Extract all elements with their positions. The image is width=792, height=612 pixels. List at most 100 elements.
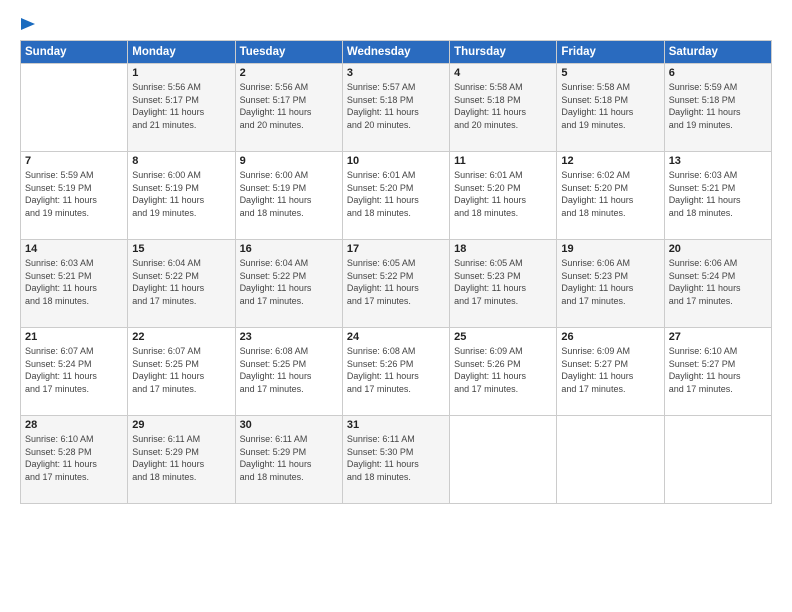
logo — [20, 18, 35, 30]
calendar-cell: 3Sunrise: 5:57 AMSunset: 5:18 PMDaylight… — [342, 64, 449, 152]
header — [20, 18, 772, 30]
calendar-cell: 28Sunrise: 6:10 AMSunset: 5:28 PMDayligh… — [21, 416, 128, 504]
day-number: 28 — [25, 419, 123, 431]
calendar-cell: 7 Sunrise: 5:59 AMSunset: 5:19 PMDaylight… — [21, 152, 128, 240]
day-number: 9 — [240, 155, 338, 167]
calendar-cell: 10 Sunrise: 6:01 AMSunset: 5:20 PMDayligh… — [342, 152, 449, 240]
cell-info: Sunrise: 5:58 AMSunset: 5:18 PMDaylight:… — [454, 81, 552, 131]
day-number: 10 — [347, 155, 445, 167]
calendar-cell: 29 Sunrise: 6:11 AMSunset: 5:29 PMDayligh… — [128, 416, 235, 504]
day-number: 5 — [561, 67, 659, 79]
cell-info: Sunrise: 6:10 AMSunset: 5:27 PMDaylight:… — [669, 345, 767, 395]
day-number: 13 — [669, 155, 767, 167]
calendar-cell: 1 Sunrise: 5:56 AMSunset: 5:17 PMDaylight… — [128, 64, 235, 152]
cell-info: Sunrise: 6:06 AMSunset: 5:24 PMDaylight:… — [669, 257, 767, 307]
cell-info: Sunrise: 6:04 AMSunset: 5:22 PMDaylight:… — [240, 257, 338, 307]
page: SundayMondayTuesdayWednesdayThursdayFrid… — [0, 0, 792, 612]
cell-info: Sunrise: 6:05 AMSunset: 5:22 PMDaylight:… — [347, 257, 445, 307]
calendar-cell: 22 Sunrise: 6:07 AMSunset: 5:25 PMDayligh… — [128, 328, 235, 416]
cell-info: Sunrise: 6:09 AMSunset: 5:26 PMDaylight:… — [454, 345, 552, 395]
calendar-cell: 4 Sunrise: 5:58 AMSunset: 5:18 PMDaylight… — [450, 64, 557, 152]
cell-info: Sunrise: 6:06 AMSunset: 5:23 PMDaylight:… — [561, 257, 659, 307]
day-header-tuesday: Tuesday — [235, 41, 342, 64]
calendar-cell: 16 Sunrise: 6:04 AMSunset: 5:22 PMDayligh… — [235, 240, 342, 328]
day-number: 24 — [347, 331, 445, 343]
day-number: 21 — [25, 331, 123, 343]
day-number: 7 — [25, 155, 123, 167]
cell-info: Sunrise: 6:01 AMSunset: 5:20 PMDaylight:… — [347, 169, 445, 219]
cell-info: Sunrise: 6:01 AMSunset: 5:20 PMDaylight:… — [454, 169, 552, 219]
day-number: 27 — [669, 331, 767, 343]
calendar-cell — [664, 416, 771, 504]
day-number: 4 — [454, 67, 552, 79]
day-header-monday: Monday — [128, 41, 235, 64]
calendar-cell: 24 Sunrise: 6:08 AMSunset: 5:26 PMDayligh… — [342, 328, 449, 416]
calendar-cell — [557, 416, 664, 504]
calendar-cell: 14Sunrise: 6:03 AMSunset: 5:21 PMDayligh… — [21, 240, 128, 328]
calendar-cell: 11 Sunrise: 6:01 AMSunset: 5:20 PMDayligh… — [450, 152, 557, 240]
logo-icon — [21, 18, 35, 30]
day-number: 20 — [669, 243, 767, 255]
calendar-cell: 9 Sunrise: 6:00 AMSunset: 5:19 PMDaylight… — [235, 152, 342, 240]
calendar-cell: 31 Sunrise: 6:11 AMSunset: 5:30 PMDayligh… — [342, 416, 449, 504]
cell-info: Sunrise: 5:56 AMSunset: 5:17 PMDaylight:… — [132, 81, 230, 131]
cell-info: Sunrise: 6:11 AMSunset: 5:29 PMDaylight:… — [240, 433, 338, 483]
calendar-cell: 8 Sunrise: 6:00 AMSunset: 5:19 PMDaylight… — [128, 152, 235, 240]
cell-info: Sunrise: 6:07 AMSunset: 5:24 PMDaylight:… — [25, 345, 123, 395]
calendar-cell — [450, 416, 557, 504]
day-number: 1 — [132, 67, 230, 79]
day-number: 16 — [240, 243, 338, 255]
cell-info: Sunrise: 6:00 AMSunset: 5:19 PMDaylight:… — [240, 169, 338, 219]
day-number: 29 — [132, 419, 230, 431]
cell-info: Sunrise: 6:03 AMSunset: 5:21 PMDaylight:… — [669, 169, 767, 219]
day-header-friday: Friday — [557, 41, 664, 64]
day-number: 11 — [454, 155, 552, 167]
calendar-table: SundayMondayTuesdayWednesdayThursdayFrid… — [20, 40, 772, 504]
calendar-cell: 20 Sunrise: 6:06 AMSunset: 5:24 PMDayligh… — [664, 240, 771, 328]
calendar-cell: 21 Sunrise: 6:07 AMSunset: 5:24 PMDayligh… — [21, 328, 128, 416]
cell-info: Sunrise: 5:56 AMSunset: 5:17 PMDaylight:… — [240, 81, 338, 131]
day-number: 19 — [561, 243, 659, 255]
day-number: 22 — [132, 331, 230, 343]
day-header-wednesday: Wednesday — [342, 41, 449, 64]
calendar-cell: 26Sunrise: 6:09 AMSunset: 5:27 PMDayligh… — [557, 328, 664, 416]
cell-info: Sunrise: 6:05 AMSunset: 5:23 PMDaylight:… — [454, 257, 552, 307]
calendar-cell: 13 Sunrise: 6:03 AMSunset: 5:21 PMDayligh… — [664, 152, 771, 240]
cell-info: Sunrise: 6:03 AMSunset: 5:21 PMDaylight:… — [25, 257, 123, 307]
cell-info: Sunrise: 5:57 AMSunset: 5:18 PMDaylight:… — [347, 81, 445, 131]
day-number: 31 — [347, 419, 445, 431]
calendar-cell: 5 Sunrise: 5:58 AMSunset: 5:18 PMDaylight… — [557, 64, 664, 152]
calendar-cell: 17 Sunrise: 6:05 AMSunset: 5:22 PMDayligh… — [342, 240, 449, 328]
calendar-cell — [21, 64, 128, 152]
cell-info: Sunrise: 6:02 AMSunset: 5:20 PMDaylight:… — [561, 169, 659, 219]
day-number: 15 — [132, 243, 230, 255]
day-header-sunday: Sunday — [21, 41, 128, 64]
day-header-thursday: Thursday — [450, 41, 557, 64]
calendar-cell: 27 Sunrise: 6:10 AMSunset: 5:27 PMDayligh… — [664, 328, 771, 416]
day-number: 30 — [240, 419, 338, 431]
day-number: 2 — [240, 67, 338, 79]
day-number: 23 — [240, 331, 338, 343]
cell-info: Sunrise: 6:11 AMSunset: 5:30 PMDaylight:… — [347, 433, 445, 483]
cell-info: Sunrise: 5:58 AMSunset: 5:18 PMDaylight:… — [561, 81, 659, 131]
cell-info: Sunrise: 6:11 AMSunset: 5:29 PMDaylight:… — [132, 433, 230, 483]
calendar-cell: 2 Sunrise: 5:56 AMSunset: 5:17 PMDaylight… — [235, 64, 342, 152]
calendar-cell: 15Sunrise: 6:04 AMSunset: 5:22 PMDayligh… — [128, 240, 235, 328]
cell-info: Sunrise: 5:59 AMSunset: 5:19 PMDaylight:… — [25, 169, 123, 219]
calendar-cell: 23 Sunrise: 6:08 AMSunset: 5:25 PMDayligh… — [235, 328, 342, 416]
cell-info: Sunrise: 6:00 AMSunset: 5:19 PMDaylight:… — [132, 169, 230, 219]
calendar-cell: 19 Sunrise: 6:06 AMSunset: 5:23 PMDayligh… — [557, 240, 664, 328]
day-header-saturday: Saturday — [664, 41, 771, 64]
cell-info: Sunrise: 6:08 AMSunset: 5:25 PMDaylight:… — [240, 345, 338, 395]
day-number: 12 — [561, 155, 659, 167]
cell-info: Sunrise: 6:08 AMSunset: 5:26 PMDaylight:… — [347, 345, 445, 395]
cell-info: Sunrise: 5:59 AMSunset: 5:18 PMDaylight:… — [669, 81, 767, 131]
cell-info: Sunrise: 6:07 AMSunset: 5:25 PMDaylight:… — [132, 345, 230, 395]
day-number: 18 — [454, 243, 552, 255]
day-number: 8 — [132, 155, 230, 167]
calendar-cell: 25Sunrise: 6:09 AMSunset: 5:26 PMDayligh… — [450, 328, 557, 416]
day-number: 17 — [347, 243, 445, 255]
cell-info: Sunrise: 6:09 AMSunset: 5:27 PMDaylight:… — [561, 345, 659, 395]
calendar-cell: 18 Sunrise: 6:05 AMSunset: 5:23 PMDayligh… — [450, 240, 557, 328]
calendar-cell: 30 Sunrise: 6:11 AMSunset: 5:29 PMDayligh… — [235, 416, 342, 504]
